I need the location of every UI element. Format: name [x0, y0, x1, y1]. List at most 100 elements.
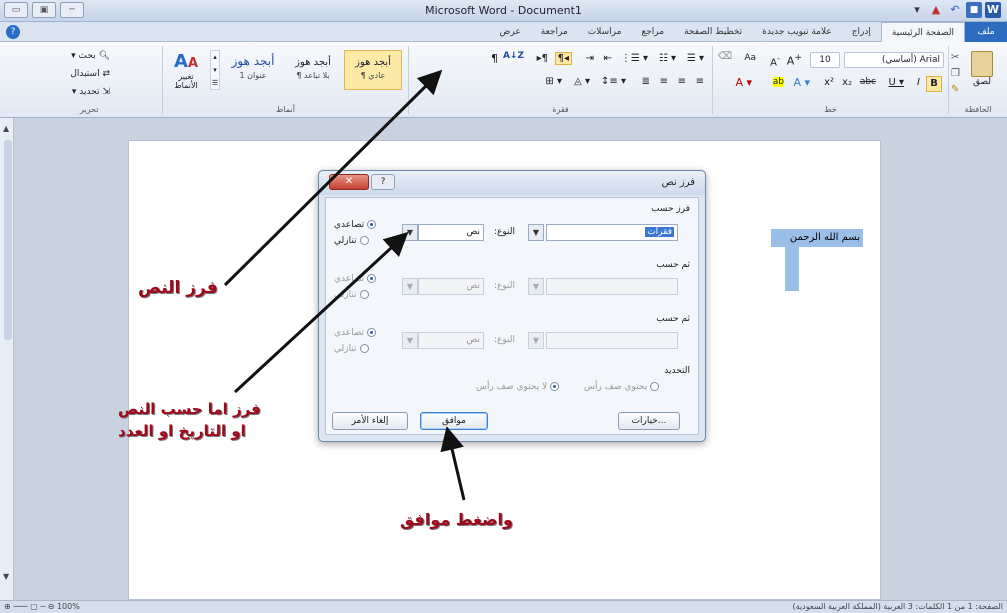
tab-references[interactable]: مراجع — [631, 22, 674, 42]
italic-icon[interactable]: I — [917, 77, 920, 88]
zoom-controls[interactable]: ⊕ ─── ▢ ─ ⊖ 100% — [4, 602, 80, 611]
find-button[interactable]: 🔍︎ بحث ▾ — [67, 48, 114, 64]
quick-access-toolbar: ▾ ▲ ↶ ■ W — [909, 2, 1001, 18]
dialog-body: فرز حسب فقرات ▼ النوع: نص ▼ تصاعدي تنازل… — [325, 197, 699, 435]
align-center-icon[interactable]: ≡ — [678, 76, 686, 87]
subscript-icon[interactable]: x₂ — [842, 77, 852, 88]
sort-by-type-select[interactable]: نص — [418, 224, 484, 241]
tab-new-tab[interactable]: علامة تبويب جديدة — [752, 22, 842, 42]
align-left-icon[interactable]: ≡ — [660, 76, 668, 87]
then-by-1-ascending-radio[interactable]: تصاعدي — [334, 274, 377, 284]
font-size-combo[interactable]: 10 — [810, 52, 840, 68]
select-icon: ⇲ — [102, 87, 110, 97]
ascending-label: تصاعدي — [334, 328, 365, 338]
ribbon-tab-row: ? ملف الصفحة الرئيسية إدراج علامة تبويب … — [0, 22, 1007, 42]
change-styles-button[interactable]: AA تغيير الأنماط — [166, 50, 206, 96]
tab-file[interactable]: ملف — [965, 22, 1007, 42]
cut-icon[interactable]: ✂ — [951, 52, 959, 63]
scroll-up-icon[interactable]: ▲ — [3, 124, 9, 133]
show-marks-icon[interactable]: ¶ — [491, 52, 498, 65]
then-by-1-type-select[interactable]: نص — [418, 278, 484, 295]
borders-icon[interactable]: ⊞ ▾ — [545, 76, 562, 87]
then-by-1-type-dropdown-icon[interactable]: ▼ — [402, 278, 418, 295]
text-effects-icon[interactable]: A ▾ — [793, 76, 810, 89]
ok-button[interactable]: موافق — [420, 412, 488, 430]
then-by-2-field-dropdown-icon[interactable]: ▼ — [528, 332, 544, 349]
dialog-help-button[interactable]: ? — [371, 174, 395, 190]
styles-scroll[interactable]: ▴ ▾ ☰ — [210, 50, 220, 90]
sort-icon[interactable]: A↓Z — [503, 51, 524, 61]
change-styles-icon: AA — [174, 51, 198, 72]
bold-icon[interactable]: B — [926, 76, 942, 92]
then-by-1-field-dropdown-icon[interactable]: ▼ — [528, 278, 544, 295]
header-row-label: التحديد — [664, 366, 690, 376]
paste-button[interactable]: لصق — [965, 48, 999, 98]
style-normal[interactable]: أبجد هوز ¶ عادي — [344, 50, 402, 90]
tab-review[interactable]: مراجعة — [531, 22, 578, 42]
shrink-font-icon[interactable]: A- — [770, 53, 780, 68]
change-case-icon[interactable]: Aa — [744, 53, 756, 63]
then-by-2-descending-radio[interactable]: تنازلي — [334, 344, 369, 354]
style-heading-1[interactable]: أبجد هوز عنوان 1 — [224, 50, 282, 90]
underline-icon[interactable]: U ▾ — [888, 77, 904, 88]
copy-icon[interactable]: ❐ — [951, 68, 960, 79]
then-by-2-type-select[interactable]: نص — [418, 332, 484, 349]
save-icon[interactable]: ■ — [966, 2, 982, 18]
then-by-1-descending-radio[interactable]: تنازلي — [334, 290, 369, 300]
strikethrough-icon[interactable]: abc — [860, 77, 876, 87]
format-painter-icon[interactable]: ✎ — [951, 84, 959, 95]
then-by-1-type-label: النوع: — [494, 281, 516, 291]
align-right-icon[interactable]: ≡ — [696, 76, 704, 87]
bullets-icon[interactable]: ☰ ▾ — [687, 53, 704, 64]
tab-mailings[interactable]: مراسلات — [578, 22, 632, 42]
undo-icon[interactable]: ↶ — [947, 2, 963, 18]
tab-home[interactable]: الصفحة الرئيسية — [880, 22, 965, 42]
sort-by-type-dropdown-icon[interactable]: ▼ — [402, 224, 418, 241]
font-name-value: Arial (أساسي) — [881, 55, 940, 65]
numbering-icon[interactable]: ☷ ▾ — [659, 53, 676, 64]
tab-view[interactable]: عرض — [490, 22, 531, 42]
then-by-2-label: ثم حسب — [656, 314, 690, 324]
rtl-icon[interactable]: ¶◂ — [554, 52, 572, 65]
dialog-close-button[interactable]: ✕ — [329, 174, 369, 190]
select-button[interactable]: ⇲ تحديد ▾ — [68, 84, 114, 100]
ltr-icon[interactable]: ▸¶ — [537, 53, 548, 64]
then-by-1-field-select[interactable] — [546, 278, 678, 295]
then-by-2-type-dropdown-icon[interactable]: ▼ — [402, 332, 418, 349]
sort-by-descending-radio[interactable]: تنازلي — [334, 236, 369, 246]
line-spacing-icon[interactable]: ↕≡ ▾ — [601, 76, 626, 87]
sort-by-ascending-radio[interactable]: تصاعدي — [334, 220, 377, 230]
style-no-spacing-preview: أبجد هوز — [295, 57, 331, 68]
no-header-radio[interactable]: لا يحتوي صف رأس — [476, 382, 560, 392]
help-icon[interactable]: ? — [6, 25, 20, 39]
selected-document-text[interactable]: بسم الله الرحمن — [771, 229, 863, 247]
superscript-icon[interactable]: x² — [824, 77, 834, 88]
grow-font-icon[interactable]: A+ — [787, 52, 802, 68]
scroll-down-icon[interactable]: ▼ — [3, 572, 9, 581]
sort-by-field-select[interactable]: فقرات — [546, 224, 678, 241]
vertical-scrollbar[interactable] — [4, 140, 12, 340]
font-color-icon[interactable]: A ▾ — [735, 76, 752, 89]
then-by-2-ascending-radio[interactable]: تصاعدي — [334, 328, 377, 338]
has-header-radio[interactable]: يحتوي صف رأس — [584, 382, 660, 392]
editing-group-label: تحرير — [80, 105, 99, 114]
increase-indent-icon[interactable]: ⇥ — [586, 53, 594, 64]
decrease-indent-icon[interactable]: ⇤ — [604, 53, 612, 64]
redo-icon[interactable]: ▲ — [928, 2, 944, 18]
highlight-icon[interactable]: ab — [772, 77, 784, 87]
tab-insert[interactable]: إدراج — [842, 22, 881, 42]
style-no-spacing[interactable]: أبجد هوز ¶ بلا تباعد — [284, 50, 342, 90]
tab-page-layout[interactable]: تخطيط الصفحة — [674, 22, 752, 42]
options-button[interactable]: خيارات... — [618, 412, 680, 430]
multilevel-list-icon[interactable]: ⋮☰ ▾ — [621, 53, 648, 64]
justify-icon[interactable]: ≣ — [642, 76, 650, 87]
then-by-1-type-value: نص — [466, 281, 480, 291]
then-by-2-field-select[interactable] — [546, 332, 678, 349]
font-name-combo[interactable]: Arial (أساسي) — [844, 52, 944, 68]
replace-button[interactable]: ⇄ استبدال — [66, 66, 114, 82]
cancel-button[interactable]: إلغاء الأمر — [332, 412, 408, 430]
clear-format-icon[interactable]: ⌫ — [718, 51, 732, 62]
customize-qat-icon[interactable]: ▾ — [909, 2, 925, 18]
sort-by-field-dropdown-icon[interactable]: ▼ — [528, 224, 544, 241]
shading-icon[interactable]: ◬ ▾ — [574, 76, 590, 87]
